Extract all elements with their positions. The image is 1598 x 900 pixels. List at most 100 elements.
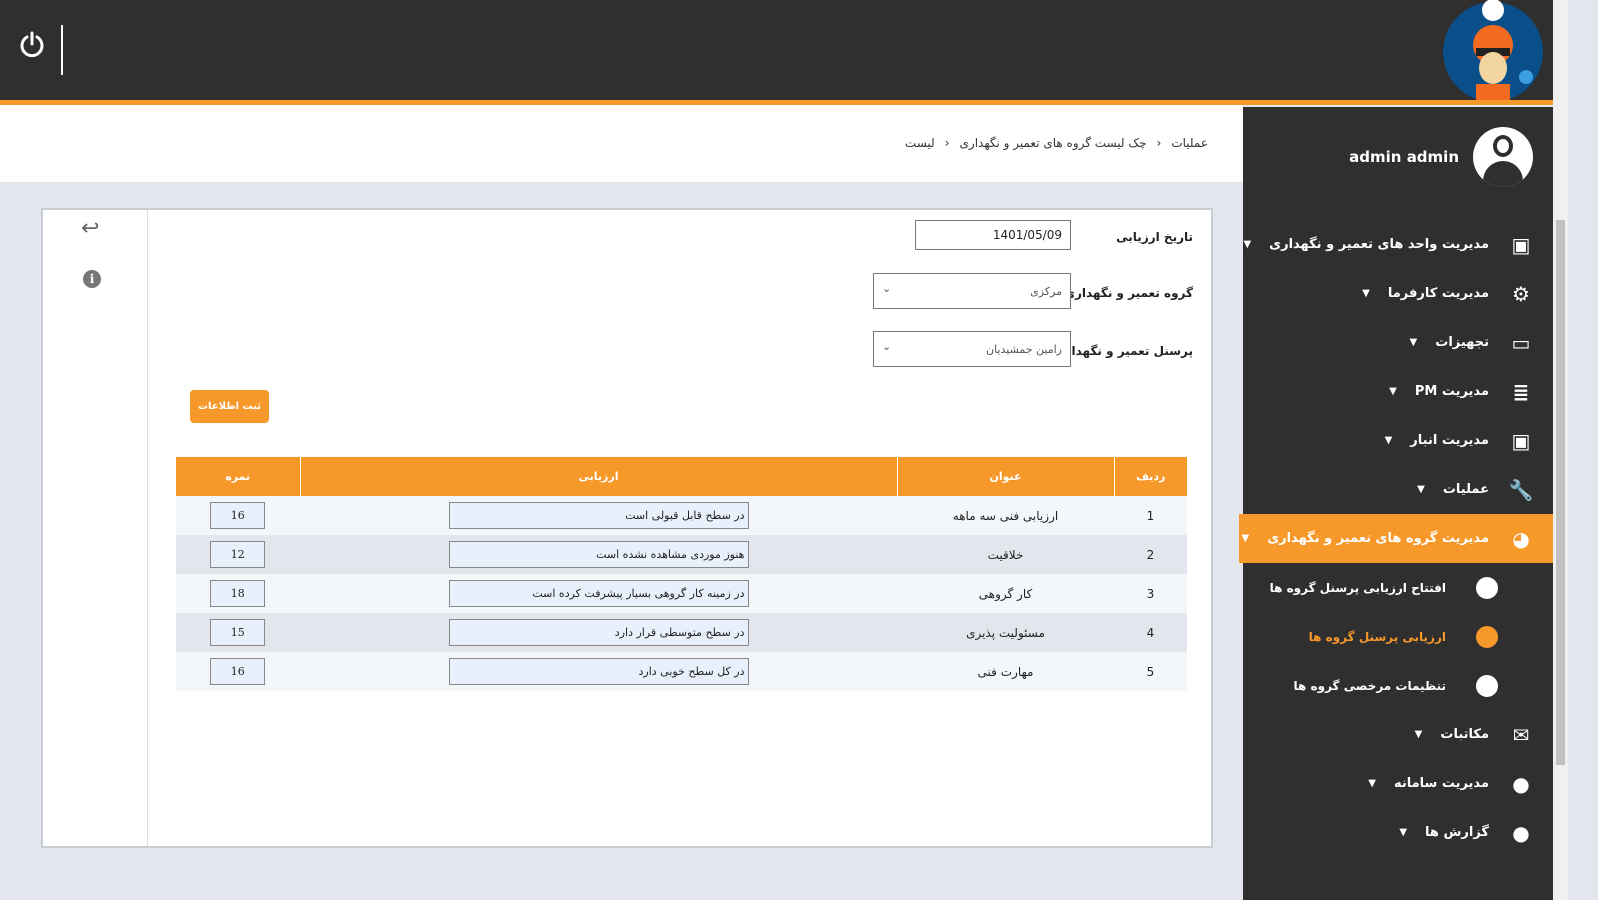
caret-down-icon: ▼ [1384,435,1393,446]
evaluation-table: ردیف عنوان ارزیابی نمره 1 ارزیابی فنی سه … [175,457,1187,691]
column-header: نمره [175,457,300,496]
info-icon[interactable]: i [83,270,101,288]
date-input[interactable]: 1401/05/09 [915,220,1071,250]
logo [1443,0,1543,100]
sidebar-subitem[interactable]: افتتاح ارزیابی پرسنل گروه ها [1239,563,1553,612]
sidebar-item-label: مدیریت PM [1414,384,1489,399]
breadcrumb-bar: عملیات ‹ چک لیست گروه های تعمیر و نگهداری… [0,105,1243,182]
group-label: گروه تعمیر و نگهداری [1063,286,1193,300]
avatar[interactable] [1473,127,1533,187]
sidebar-item-label: عملیات [1442,482,1489,497]
caret-down-icon: ▼ [1241,533,1250,544]
score-input[interactable]: 12 [210,541,266,568]
row-number: 2 [1114,535,1187,574]
sidebar-item-label: مدیریت سامانه [1393,776,1489,791]
gear-icon: ⚙ [1512,281,1530,306]
sidebar-item-label: گزارش ها [1425,825,1489,840]
pie-chart-icon [1476,576,1498,599]
caret-down-icon: ▼ [1409,337,1418,348]
submit-button[interactable]: ثبت اطلاعات [190,390,269,423]
row-title: کار گروهی [897,574,1114,613]
sidebar-item-label: مدیریت واحد های تعمیر و نگهداری [1269,237,1489,252]
sidebar-item-label: مدیریت انبار [1410,433,1489,448]
sidebar-subitem-label: افتتاح ارزیابی پرسنل گروه ها [1269,580,1446,595]
group-value: مرکزی [1030,284,1062,298]
sidebar-item[interactable]: 🔧 عملیات ▼ [1239,465,1553,514]
sidebar-item[interactable]: ▣ مدیریت انبار ▼ [1239,416,1553,465]
caret-down-icon: ▼ [1389,386,1397,397]
pie-chart-icon: ◕ [1512,526,1530,551]
evaluation-input[interactable]: در سطح قابل قبولی است [448,502,749,529]
breadcrumb-item[interactable]: چک لیست گروه های تعمیر و نگهداری [960,136,1147,150]
row-number: 3 [1114,574,1187,613]
caret-down-icon: ▼ [1243,239,1252,250]
evaluation-input[interactable]: در کل سطح خوبی دارد [448,658,749,685]
caret-down-icon: ▼ [1368,778,1376,789]
sidebar-item-label: مدیریت گروه های تعمیر و نگهداری [1267,531,1489,546]
breadcrumb-item[interactable]: عملیات [1171,136,1208,150]
sidebar-item[interactable]: ⚙ مدیریت کارفرما ▼ [1239,269,1553,318]
sidebar-item[interactable]: ▣ مدیریت واحد های تعمیر و نگهداری ▼ [1239,220,1553,269]
sidebar-subitem[interactable]: تنظیمات مرخصی گروه ها [1239,661,1553,710]
chevron-down-icon: ⌄ [882,282,892,295]
tools-column: ↩ i [43,210,148,846]
sidebar-item-label: تجهیزات [1435,335,1489,350]
score-input[interactable]: 16 [210,502,266,529]
caret-down-icon: ▼ [1414,729,1423,740]
user-icon: ● [1512,771,1530,796]
row-title: مهارت فنی [897,652,1114,691]
sidebar-item-label: مدیریت کارفرما [1387,286,1489,301]
column-header: عنوان [896,457,1114,496]
power-icon[interactable] [18,30,46,58]
staff-value: رامین جمشیدیان [985,342,1062,356]
envelope-icon: ✉ [1512,722,1530,747]
breadcrumb-item: لیست [904,136,935,150]
table-row: 4 مسئولیت پذیری در سطح متوسطی قرار دارد 15 [175,613,1187,652]
sidebar-subitem-label: ارزیابی پرسنل گروه ها [1308,629,1446,644]
row-title: ارزیابی فنی سه ماهه [897,496,1114,535]
evaluation-input[interactable]: هنوز موردی مشاهده نشده است [448,541,749,568]
database-icon: ≣ [1512,379,1530,404]
sidebar-item[interactable]: ● مدیریت سامانه ▼ [1239,759,1553,808]
sidebar-item[interactable]: ✉ مکاتبات ▼ [1239,710,1553,759]
pie-chart-icon [1476,625,1498,648]
evaluation-input[interactable]: در سطح متوسطی قرار دارد [448,619,749,646]
calendar-plus-icon: ▣ [1511,428,1531,453]
column-header: ردیف [1113,457,1187,496]
table-row: 5 مهارت فنی در کل سطح خوبی دارد 16 [175,652,1187,691]
sidebar: admin admin ▣ مدیریت واحد های تعمیر و نگه… [1239,107,1553,900]
sidebar-item[interactable]: ● گزارش ها ▼ [1239,808,1553,857]
caret-down-icon: ▼ [1399,827,1408,838]
chevron-down-icon: ⌄ [882,340,892,353]
top-bar [0,0,1553,100]
table-row: 1 ارزیابی فنی سه ماهه در سطح قابل قبولی اس… [175,496,1187,535]
row-number: 4 [1114,613,1187,652]
sidebar-item[interactable]: ≣ مدیریت PM ▼ [1239,367,1553,416]
evaluation-input[interactable]: در زمینه کار گروهی بسیار پیشرفت کرده است [448,580,749,607]
form-panel: ↩ i تاریخ ارزیابی 1401/05/09 گروه تعمیر … [41,208,1213,848]
sidebar-subitem[interactable]: ارزیابی پرسنل گروه ها [1239,612,1553,661]
row-title: مسئولیت پذیری [897,613,1114,652]
score-input[interactable]: 16 [210,658,266,685]
sidebar-menu: ▣ مدیریت واحد های تعمیر و نگهداری ▼ ⚙ مدیریت… [1239,220,1553,857]
breadcrumb: عملیات ‹ چک لیست گروه های تعمیر و نگهداری… [905,136,1208,150]
user-name: admin admin [1349,148,1459,166]
chevron-left-icon: ‹ [1156,136,1162,150]
sidebar-subitem-label: تنظیمات مرخصی گروه ها [1293,678,1446,693]
scrollbar-thumb[interactable] [1556,220,1565,765]
staff-label: پرسنل تعمیر و نگهداری [1053,344,1193,358]
score-input[interactable]: 18 [210,580,266,607]
chevron-left-icon: ‹ [944,136,950,150]
sidebar-item[interactable]: ◕ مدیریت گروه های تعمیر و نگهداری ▼ [1239,514,1553,563]
row-number: 5 [1114,652,1187,691]
sidebar-item[interactable]: ▭ تجهیزات ▼ [1239,318,1553,367]
caret-down-icon: ▼ [1417,484,1425,495]
group-select[interactable]: مرکزی ⌄ [873,273,1071,309]
row-number: 1 [1114,496,1187,535]
staff-select[interactable]: رامین جمشیدیان ⌄ [873,331,1071,367]
user-icon: ● [1512,820,1530,845]
scrollbar[interactable] [1553,0,1568,900]
user-profile: admin admin [1349,127,1533,187]
back-icon[interactable]: ↩ [81,216,99,241]
score-input[interactable]: 15 [210,619,266,646]
